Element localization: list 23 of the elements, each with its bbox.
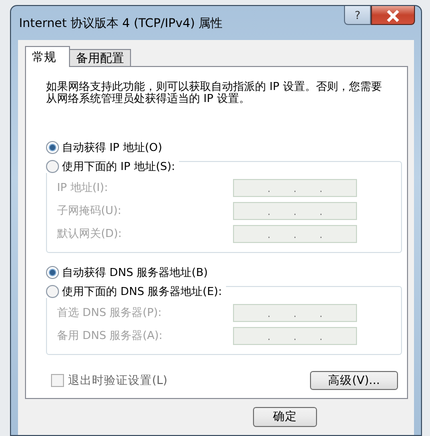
window-title: Internet 协议版本 4 (TCP/IPv4) 属性 (19, 15, 223, 32)
radio-button[interactable] (46, 266, 59, 280)
radio-label: 自动获得 DNS 服务器地址(B) (62, 266, 208, 280)
field-label: 备用 DNS 服务器(A): (57, 329, 164, 342)
description-text: 如果网络支持此功能，则可以获取自动指派的 IP 设置。否则，您需要从网络系统管理员处获得适当的 IP 设置。 (46, 81, 383, 106)
ok-button[interactable]: 确定 (253, 407, 317, 428)
field-label: 子网掩码(U): (57, 204, 122, 218)
radio-button[interactable] (46, 141, 59, 154)
radio-label: 使用下面的 DNS 服务器地址(E): (62, 284, 222, 298)
close-icon (386, 10, 400, 22)
tab[interactable]: 备用配置 (69, 49, 131, 66)
advanced-button[interactable]: 高级(V)... (310, 371, 398, 390)
radio-button[interactable] (46, 160, 59, 173)
radio-button[interactable] (46, 284, 59, 298)
help-button[interactable]: ? (344, 6, 371, 25)
radio-label: 使用下面的 IP 地址(S): (62, 160, 176, 173)
field-label: 默认网关(D): (57, 227, 123, 240)
radio-label: 自动获得 IP 地址(O) (62, 141, 162, 155)
field-label: 首选 DNS 服务器(P): (57, 306, 163, 320)
validate-label: 退出时验证设置(L) (68, 374, 168, 388)
close-button[interactable] (371, 6, 415, 25)
field-label: IP 地址(I): (57, 181, 109, 194)
tab[interactable]: 常规 (25, 46, 70, 68)
